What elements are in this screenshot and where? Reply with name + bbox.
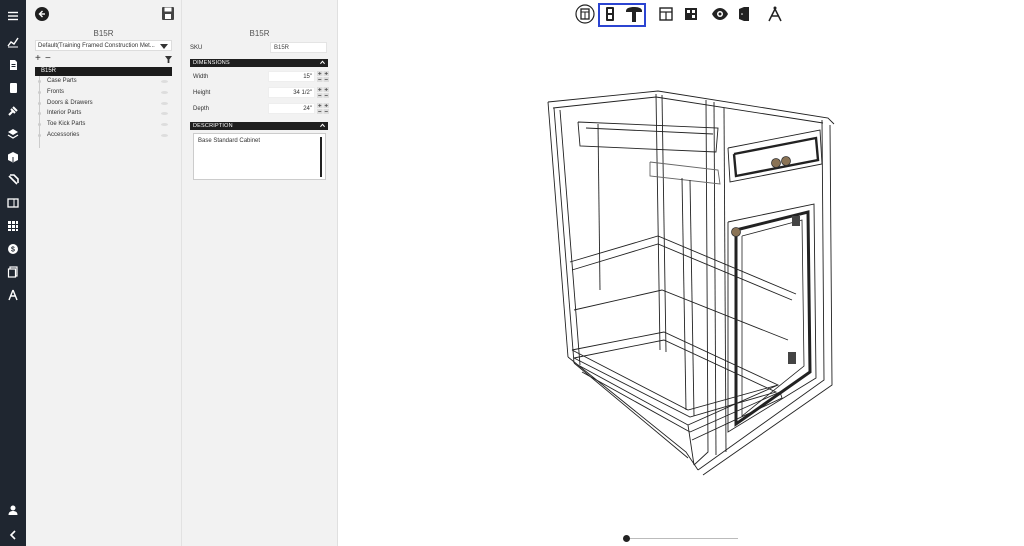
node-icon <box>38 133 41 137</box>
dimension-row-height: Height 34 1/2" <box>190 87 329 99</box>
chevron-up-icon <box>320 60 325 65</box>
visibility-icon[interactable] <box>161 80 168 83</box>
node-icon <box>38 80 41 83</box>
visibility-icon[interactable] <box>161 101 168 105</box>
svg-text:$: $ <box>11 247 15 254</box>
construction-method-select[interactable]: Default(Training Framed Construction Met… <box>35 40 172 51</box>
panel-title: B15R <box>249 29 270 38</box>
tools-icon[interactable] <box>6 104 20 118</box>
tree-item-accessories[interactable]: Accessories <box>35 130 172 141</box>
door-open-icon[interactable] <box>734 4 754 24</box>
selected-value: Default(Training Framed Construction Met… <box>38 43 155 49</box>
node-icon <box>38 101 41 105</box>
user-icon[interactable] <box>6 503 20 517</box>
pricing-icon[interactable]: $ <box>6 242 20 256</box>
viewer-toolbar <box>338 3 1024 27</box>
description-textarea[interactable]: Base Standard Cabinet <box>193 133 326 180</box>
visibility-icon[interactable] <box>161 123 168 127</box>
filter-icon[interactable] <box>165 55 172 66</box>
collapse-icon[interactable] <box>6 528 20 542</box>
collapse-all-icon[interactable]: − <box>45 53 51 64</box>
save-button[interactable] <box>161 6 175 21</box>
depth-field[interactable]: 24" <box>268 103 315 114</box>
components-icon[interactable] <box>681 4 701 24</box>
tree-item-label: Accessories <box>47 131 80 138</box>
tree-item-fronts[interactable]: Fronts <box>35 87 172 98</box>
cabinet-view-icon[interactable] <box>575 4 595 24</box>
dimension-row-depth: Depth 24" <box>190 103 329 115</box>
properties-panel: B15R SKU B15R DIMENSIONS Width 15" Heigh… <box>182 0 338 546</box>
stepper-icon[interactable] <box>317 103 329 114</box>
tree-item-label: Doors & Drawers <box>47 99 93 106</box>
tree-toolbar: + − <box>35 53 172 66</box>
visibility-icon[interactable] <box>161 90 168 94</box>
sku-field[interactable]: B15R <box>270 42 327 53</box>
catalog-icon[interactable] <box>6 173 20 187</box>
icon-rail: $ <box>0 0 26 546</box>
tree-item-doors-drawers[interactable]: Doors & Drawers <box>35 98 172 109</box>
dimension-row-width: Width 15" <box>190 71 329 83</box>
visibility-icon[interactable] <box>710 4 730 24</box>
width-field[interactable]: 15" <box>268 71 315 82</box>
hinge-icon[interactable] <box>624 4 644 24</box>
measure-icon[interactable] <box>765 4 785 24</box>
arrow-left-icon <box>38 10 45 18</box>
zoom-slider-track[interactable] <box>628 538 738 539</box>
node-icon <box>38 123 41 127</box>
dimension-label: Width <box>193 74 209 80</box>
tree-item-label: Case Parts <box>47 78 77 84</box>
stepper-icon[interactable] <box>317 71 329 82</box>
menu-icon[interactable] <box>6 9 20 23</box>
chevron-up-icon <box>320 123 325 128</box>
tree-item-case-parts[interactable]: Case Parts <box>35 76 172 87</box>
parts-tree: B15R Case Parts Fronts Doors & Drawers I… <box>35 67 172 148</box>
viewer-3d[interactable] <box>338 0 1024 546</box>
analytics-icon[interactable] <box>6 35 20 49</box>
tree-item-label: Fronts <box>47 88 65 95</box>
sku-label: SKU <box>190 45 203 51</box>
box-icon[interactable] <box>6 150 20 164</box>
section-title: DESCRIPTION <box>193 123 233 129</box>
expand-all-icon[interactable]: + <box>35 53 41 64</box>
tree-root-node[interactable]: B15R <box>35 67 172 76</box>
structure-panel: B15R Default(Training Framed Constructio… <box>26 0 182 546</box>
dimension-label: Height <box>193 90 211 96</box>
tree-item-toe-kick-parts[interactable]: Toe Kick Parts <box>35 119 172 130</box>
description-text: Base Standard Cabinet <box>198 138 261 144</box>
cabinet-wireframe[interactable] <box>538 80 848 480</box>
files-icon[interactable] <box>6 265 20 279</box>
panel-icon[interactable] <box>6 196 20 210</box>
dimension-label: Depth <box>193 106 210 112</box>
zoom-slider-thumb[interactable] <box>623 535 630 542</box>
book-icon[interactable] <box>6 81 20 95</box>
tree-item-label: Interior Parts <box>47 110 82 117</box>
document-icon[interactable] <box>6 58 20 72</box>
description-header[interactable]: DESCRIPTION <box>190 122 328 130</box>
dimensions-header[interactable]: DIMENSIONS <box>190 59 328 67</box>
tree-item-interior-parts[interactable]: Interior Parts <box>35 108 172 119</box>
height-field[interactable]: 34 1/2" <box>268 87 315 98</box>
node-icon <box>38 90 41 94</box>
chevron-down-icon <box>160 44 168 49</box>
tree-item-label: Toe Kick Parts <box>47 121 86 128</box>
visibility-icon[interactable] <box>161 133 168 137</box>
layout-icon[interactable] <box>656 4 676 24</box>
visibility-icon[interactable] <box>161 112 168 116</box>
grid-icon[interactable] <box>6 219 20 233</box>
scrollbar[interactable] <box>320 137 322 177</box>
back-button[interactable] <box>35 7 49 21</box>
compass-icon[interactable] <box>6 288 20 302</box>
node-icon <box>38 112 41 116</box>
section-title: DIMENSIONS <box>193 60 230 66</box>
stepper-icon[interactable] <box>317 87 329 98</box>
door-view-icon[interactable] <box>600 4 620 24</box>
panel-title: B15R <box>93 29 114 38</box>
layers-icon[interactable] <box>6 127 20 141</box>
floppy-icon <box>162 7 174 20</box>
